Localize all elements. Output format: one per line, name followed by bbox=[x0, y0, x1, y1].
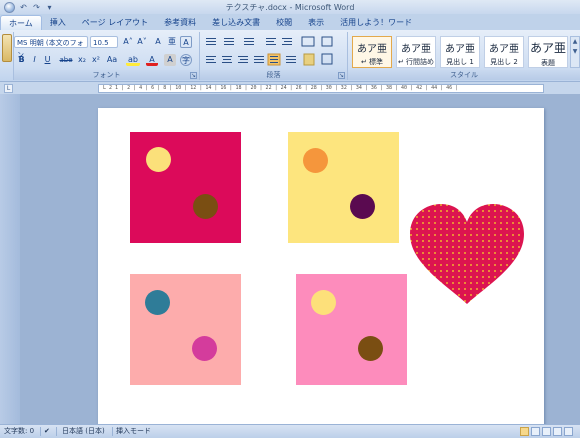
tab-references[interactable]: 参考資料 bbox=[156, 15, 204, 30]
tab-review[interactable]: 校閲 bbox=[268, 15, 300, 30]
square-dot bbox=[145, 290, 170, 315]
proofing-icon[interactable]: ✔ bbox=[44, 425, 50, 438]
status-separator bbox=[40, 427, 41, 436]
square-dot bbox=[193, 194, 218, 219]
square-dot bbox=[358, 336, 383, 361]
bold-button[interactable]: B bbox=[16, 54, 27, 66]
enclose-char-button[interactable]: 字 bbox=[180, 54, 192, 66]
style-name: 見出し 2 bbox=[490, 58, 518, 66]
print-layout-view-button[interactable] bbox=[520, 427, 529, 436]
style-name: ↵ 行間詰め bbox=[397, 58, 435, 66]
style-heading-1[interactable]: あア亜 見出し 1 bbox=[440, 36, 480, 68]
style-sample: あア亜 bbox=[529, 41, 566, 55]
title-bar: ↶ ↷ ▾ テクスチャ.docx - Microsoft Word bbox=[0, 0, 580, 14]
square-dot bbox=[311, 290, 336, 315]
texture-square-1[interactable] bbox=[130, 132, 241, 243]
style-sample: あア亜 bbox=[445, 44, 475, 55]
full-screen-view-button[interactable] bbox=[531, 427, 540, 436]
char-shading-button[interactable]: A bbox=[164, 54, 176, 66]
status-bar: 文字数: 0 ✔ 日本語 (日本) 挿入モード bbox=[0, 424, 580, 438]
style-name: ↵ 標準 bbox=[360, 58, 384, 66]
clipboard-group bbox=[0, 32, 14, 80]
font-group-label: フォント bbox=[14, 70, 199, 80]
tab-insert[interactable]: 挿入 bbox=[42, 15, 74, 30]
square-dot bbox=[192, 336, 217, 361]
font-size-select[interactable]: 10.5 bbox=[90, 36, 118, 48]
paste-button[interactable] bbox=[2, 34, 12, 62]
status-separator bbox=[112, 427, 113, 436]
highlight-button[interactable]: ab bbox=[126, 54, 140, 66]
tab-mailings[interactable]: 差し込み文書 bbox=[204, 15, 268, 30]
font-color-button[interactable]: A bbox=[146, 54, 158, 66]
paragraph-group-label: 段落 bbox=[200, 70, 347, 80]
web-layout-view-button[interactable] bbox=[542, 427, 551, 436]
tab-page-layout[interactable]: ページ レイアウト bbox=[74, 15, 156, 30]
font-group: MS 明朝 (本文のフォン 10.5 A˄ A˅ A 亜 A B I U abe… bbox=[14, 32, 200, 80]
dotted-heart-shape[interactable] bbox=[408, 202, 526, 306]
square-dot bbox=[350, 194, 375, 219]
change-case-button[interactable]: Aa bbox=[104, 54, 120, 66]
tab-home[interactable]: ホーム bbox=[0, 15, 42, 30]
tab-addin[interactable]: 活用しよう！ワード bbox=[332, 15, 420, 30]
vertical-ruler bbox=[0, 94, 20, 424]
style-heading-2[interactable]: あア亜 見出し 2 bbox=[484, 36, 524, 68]
char-border-button[interactable]: A bbox=[180, 36, 192, 48]
strikethrough-button[interactable]: abe bbox=[58, 54, 74, 66]
horizontal-ruler[interactable]: L 2 1 | 2 | 4 | 6 | 8 | 10 | 12 | 14 | 1… bbox=[98, 84, 544, 93]
style-name: 見出し 1 bbox=[446, 58, 474, 66]
insert-mode-indicator[interactable]: 挿入モード bbox=[116, 425, 151, 438]
square-dot bbox=[303, 148, 328, 173]
outline-view-button[interactable] bbox=[553, 427, 562, 436]
style-sample: あア亜 bbox=[401, 44, 431, 55]
window-title: テクスチャ.docx - Microsoft Word bbox=[225, 3, 355, 12]
square-dot bbox=[146, 147, 171, 172]
tab-selector[interactable]: L bbox=[4, 84, 13, 93]
texture-square-3[interactable] bbox=[130, 274, 241, 385]
status-separator bbox=[56, 427, 57, 436]
ribbon-tabs: ホーム 挿入 ページ レイアウト 参考資料 差し込み文書 校閲 表示 活用しよう… bbox=[0, 14, 580, 30]
ruler-area: L L 2 1 | 2 | 4 | 6 | 8 | 10 | 12 | 14 |… bbox=[0, 82, 580, 94]
shrink-font-button[interactable]: A˅ bbox=[136, 36, 148, 48]
style-sample: あア亜 bbox=[357, 44, 387, 55]
style-no-spacing[interactable]: あア亜 ↵ 行間詰め bbox=[396, 36, 436, 68]
italic-button[interactable]: I bbox=[29, 54, 40, 66]
styles-group-label: スタイル bbox=[348, 70, 580, 80]
word-count[interactable]: 文字数: 0 bbox=[4, 425, 34, 438]
superscript-button[interactable]: x² bbox=[90, 54, 102, 66]
ruler-numbers: L 2 1 | 2 | 4 | 6 | 8 | 10 | 12 | 14 | 1… bbox=[103, 85, 459, 91]
font-dialog-launcher[interactable]: ↘ bbox=[190, 72, 197, 79]
paragraph-buttons[interactable] bbox=[200, 32, 348, 68]
styles-gallery-scroll[interactable]: ▲ ▼ bbox=[570, 36, 580, 68]
clear-format-button[interactable]: A bbox=[152, 36, 164, 48]
style-sample: あア亜 bbox=[489, 44, 519, 55]
grow-font-button[interactable]: A˄ bbox=[122, 36, 134, 48]
paragraph-group: 段落 ↘ bbox=[200, 32, 348, 80]
underline-button[interactable]: U bbox=[42, 54, 53, 66]
language-indicator[interactable]: 日本語 (日本) bbox=[62, 425, 105, 438]
styles-group: あア亜 ↵ 標準 あア亜 ↵ 行間詰め あア亜 見出し 1 あア亜 見出し 2 … bbox=[348, 32, 580, 80]
font-name-select[interactable]: MS 明朝 (本文のフォン bbox=[14, 36, 88, 59]
phonetic-guide-button[interactable]: 亜 bbox=[166, 36, 178, 48]
ribbon: MS 明朝 (本文のフォン 10.5 A˄ A˅ A 亜 A B I U abe… bbox=[0, 30, 580, 82]
tab-view[interactable]: 表示 bbox=[300, 15, 332, 30]
style-normal[interactable]: あア亜 ↵ 標準 bbox=[352, 36, 392, 68]
style-name: 表題 bbox=[541, 59, 555, 67]
paragraph-dialog-launcher[interactable]: ↘ bbox=[338, 72, 345, 79]
document-area bbox=[0, 94, 580, 428]
draft-view-button[interactable] bbox=[564, 427, 573, 436]
style-title[interactable]: あア亜 表題 bbox=[528, 36, 568, 68]
texture-square-4[interactable] bbox=[296, 274, 407, 385]
subscript-button[interactable]: x₂ bbox=[76, 54, 88, 66]
texture-square-2[interactable] bbox=[288, 132, 399, 243]
